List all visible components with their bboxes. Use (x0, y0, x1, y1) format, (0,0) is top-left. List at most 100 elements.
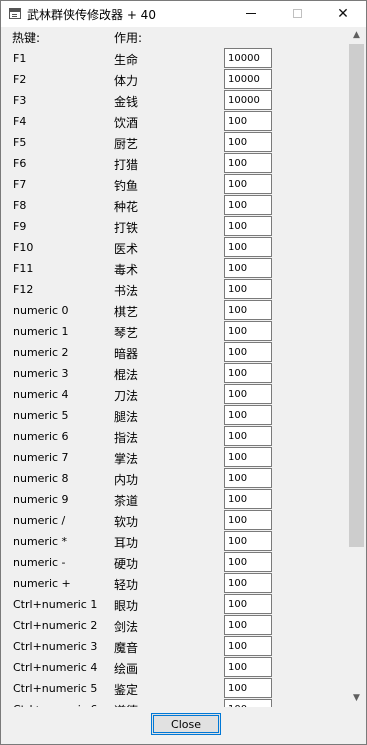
effect-label: 软功 (114, 515, 139, 529)
hotkey-label: F12 (13, 283, 34, 296)
cheat-row: numeric 4 刀法 (1, 384, 348, 405)
cheat-row: Ctrl+numeric 5 鉴定 (1, 678, 348, 699)
hotkey-label: numeric 8 (13, 472, 69, 485)
effect-label: 打猎 (114, 158, 139, 172)
hotkey-label: F9 (13, 220, 27, 233)
hotkey-label: numeric * (13, 535, 68, 548)
effect-label: 刀法 (114, 389, 139, 403)
cheat-row: numeric 9 茶道 (1, 489, 348, 510)
minimize-button[interactable] (228, 1, 274, 27)
value-input[interactable] (224, 426, 272, 446)
effect-label: 毒术 (114, 263, 139, 277)
value-input[interactable] (224, 447, 272, 467)
effect-label: 医术 (114, 242, 139, 256)
value-input[interactable] (224, 279, 272, 299)
cheat-row: numeric 3 棍法 (1, 363, 348, 384)
effect-label: 暗器 (114, 347, 139, 361)
value-input[interactable] (224, 48, 272, 68)
scroll-down-arrow-icon[interactable]: ▼ (348, 690, 365, 707)
window-title: 武林群侠传修改器 + 40 (27, 8, 156, 22)
hotkey-label: F8 (13, 199, 27, 212)
title-bar[interactable]: 武林群侠传修改器 + 40 ✕ (1, 1, 366, 27)
app-window-icon (9, 8, 21, 19)
effect-label: 钓鱼 (114, 179, 139, 193)
cheat-row: F3 金钱 (1, 90, 348, 111)
value-input[interactable] (224, 699, 272, 707)
cheat-row: F8 种花 (1, 195, 348, 216)
hotkey-label: numeric 0 (13, 304, 69, 317)
effect-label: 硬功 (114, 557, 139, 571)
window-close-button[interactable]: ✕ (320, 1, 366, 27)
close-button[interactable]: Close (151, 713, 221, 735)
column-headers: 热键: 作用: (1, 27, 348, 45)
value-input[interactable] (224, 573, 272, 593)
cheat-row: F7 钓鱼 (1, 174, 348, 195)
value-input[interactable] (224, 111, 272, 131)
value-input[interactable] (224, 321, 272, 341)
hotkey-label: numeric 2 (13, 346, 69, 359)
effect-label: 茶道 (114, 494, 139, 508)
value-input[interactable] (224, 531, 272, 551)
value-input[interactable] (224, 153, 272, 173)
scroll-up-arrow-icon[interactable]: ▲ (348, 27, 365, 44)
value-input[interactable] (224, 174, 272, 194)
footer-bar: Close (1, 707, 366, 744)
cheat-row: F11 毒术 (1, 258, 348, 279)
value-input[interactable] (224, 405, 272, 425)
value-input[interactable] (224, 552, 272, 572)
effect-label: 生命 (114, 53, 139, 67)
effect-label: 金钱 (114, 95, 139, 109)
hotkey-label: numeric 1 (13, 325, 69, 338)
maximize-icon (292, 9, 302, 18)
cheat-row: F5 厨艺 (1, 132, 348, 153)
cheat-row: F9 打铁 (1, 216, 348, 237)
value-input[interactable] (224, 468, 272, 488)
hotkey-label: numeric - (13, 556, 66, 569)
effect-label: 轻功 (114, 578, 139, 592)
value-input[interactable] (224, 615, 272, 635)
vertical-scrollbar[interactable]: ▲ ▼ (348, 27, 365, 707)
value-input[interactable] (224, 90, 272, 110)
scrollbar-thumb[interactable] (349, 44, 364, 547)
value-input[interactable] (224, 195, 272, 215)
hotkey-label: F5 (13, 136, 27, 149)
cheat-list: 热键: 作用: F1 生命 F2 体力 F3 金钱 F4 饮酒 F5 厨艺 F6 打猎 F7 钓鱼 F8 种花… (1, 27, 348, 707)
hotkey-label: numeric 3 (13, 367, 69, 380)
value-input[interactable] (224, 636, 272, 656)
effect-label: 掌法 (114, 452, 139, 466)
effect-label: 魔音 (114, 641, 139, 655)
hotkey-label: numeric + (13, 577, 71, 590)
cheat-row: numeric 0 棋艺 (1, 300, 348, 321)
value-input[interactable] (224, 594, 272, 614)
close-icon: ✕ (337, 6, 349, 22)
cheat-row: numeric / 软功 (1, 510, 348, 531)
value-input[interactable] (224, 258, 272, 278)
effect-label: 打铁 (114, 221, 139, 235)
value-input[interactable] (224, 132, 272, 152)
value-input[interactable] (224, 489, 272, 509)
hotkey-header: 热键: (12, 31, 41, 45)
effect-label: 眼功 (114, 599, 139, 613)
effect-header: 作用: (114, 31, 143, 45)
hotkey-label: numeric 6 (13, 430, 69, 443)
cheat-row: F10 医术 (1, 237, 348, 258)
effect-label: 耳功 (114, 536, 139, 550)
value-input[interactable] (224, 237, 272, 257)
value-input[interactable] (224, 363, 272, 383)
value-input[interactable] (224, 384, 272, 404)
cheat-row: F6 打猎 (1, 153, 348, 174)
effect-label: 内功 (114, 473, 139, 487)
hotkey-label: numeric 4 (13, 388, 69, 401)
value-input[interactable] (224, 300, 272, 320)
hotkey-label: F3 (13, 94, 27, 107)
cheat-row: Ctrl+numeric 2 剑法 (1, 615, 348, 636)
cheat-row: numeric 5 腿法 (1, 405, 348, 426)
value-input[interactable] (224, 342, 272, 362)
value-input[interactable] (224, 510, 272, 530)
value-input[interactable] (224, 216, 272, 236)
value-input[interactable] (224, 678, 272, 698)
effect-label: 剑法 (114, 620, 139, 634)
value-input[interactable] (224, 69, 272, 89)
value-input[interactable] (224, 657, 272, 677)
cheat-row: Ctrl+numeric 4 绘画 (1, 657, 348, 678)
